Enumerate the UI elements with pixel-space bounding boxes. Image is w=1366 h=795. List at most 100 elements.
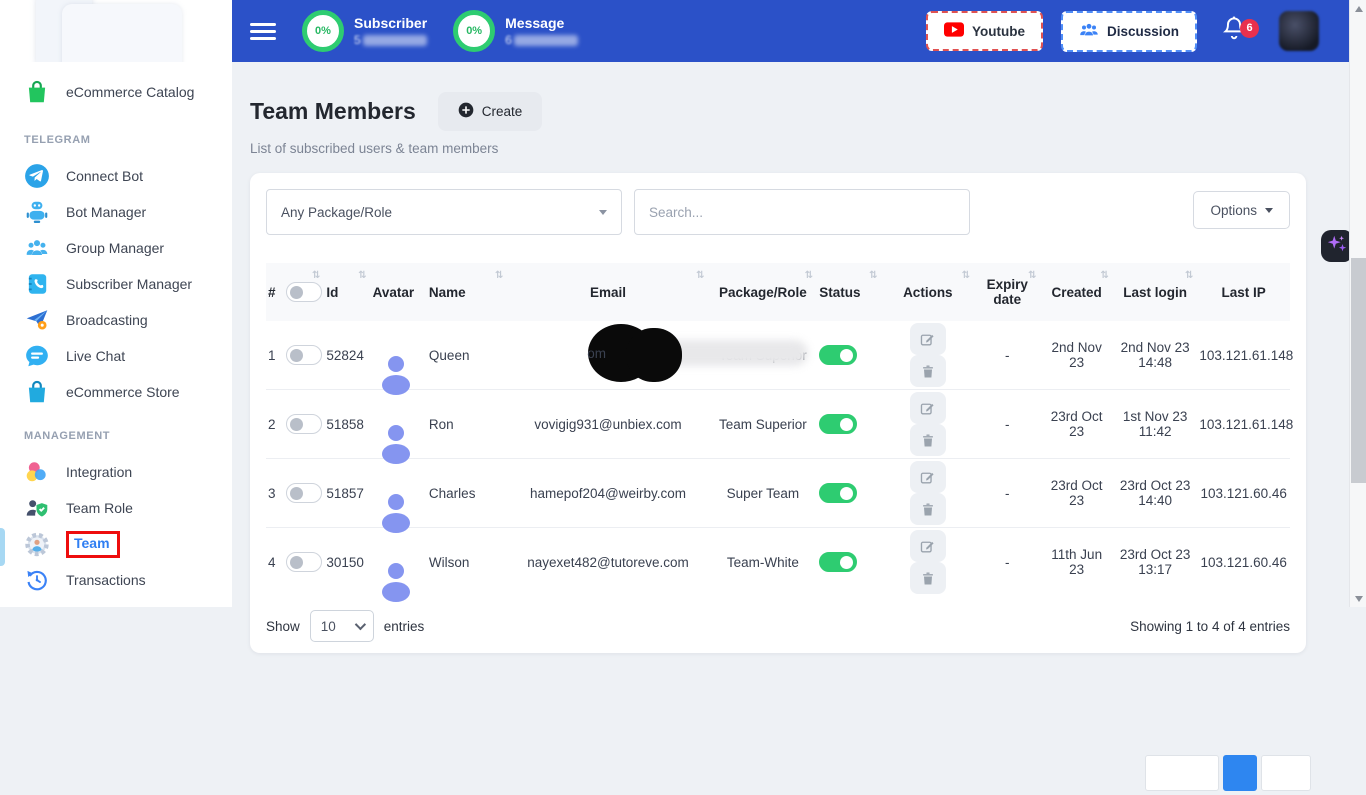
table-row: 3 51857 Charles hamepof204@weirby.com Su… [266, 459, 1290, 528]
scrollbar-down-arrow[interactable] [1350, 590, 1366, 607]
package-role-selected-value: Any Package/Role [281, 205, 392, 220]
contact-book-icon [24, 271, 50, 297]
row-select-toggle[interactable] [286, 345, 323, 365]
column-header-id[interactable]: Id⇅ [324, 263, 370, 321]
row-select-toggle[interactable] [286, 552, 323, 572]
status-toggle[interactable] [819, 414, 857, 434]
column-header-expiry-date[interactable]: Expiry date⇅ [974, 263, 1040, 321]
column-header-email[interactable]: Email⇅ [507, 263, 708, 321]
youtube-button[interactable]: Youtube [926, 11, 1043, 51]
edit-button[interactable] [910, 530, 946, 562]
row-index: 3 [268, 486, 276, 501]
sort-icon[interactable]: ⇅ [495, 270, 503, 281]
member-id: 52824 [324, 321, 370, 390]
table-body: 1 52824 Queen om Team Superior - 2nd Nov… [266, 321, 1290, 596]
edit-button[interactable] [910, 392, 946, 424]
badge-shield-icon [24, 495, 50, 521]
member-created-date: 11th Jun 23 [1040, 528, 1112, 597]
status-toggle[interactable] [819, 345, 857, 365]
table-header-row: # ⇅ Id⇅ Avatar Name⇅ Email⇅ Package/Role… [266, 263, 1290, 321]
sort-icon[interactable]: ⇅ [962, 270, 970, 281]
sort-icon[interactable]: ⇅ [312, 270, 320, 281]
sidebar-item-connect-bot[interactable]: Connect Bot [0, 158, 232, 194]
sidebar-item-label: Live Chat [66, 348, 125, 364]
sort-icon[interactable]: ⇅ [696, 270, 704, 281]
user-avatar[interactable] [1279, 11, 1319, 51]
column-header-package-role[interactable]: Package/Role⇅ [709, 263, 818, 321]
sidebar-item-transactions[interactable]: Transactions [0, 562, 232, 598]
row-select-toggle[interactable] [286, 414, 323, 434]
pagination-current-page-button[interactable] [1223, 755, 1257, 791]
edit-button[interactable] [910, 323, 946, 355]
sort-icon[interactable]: ⇅ [1028, 270, 1036, 281]
users-icon [24, 235, 50, 261]
column-header-actions[interactable]: Actions⇅ [882, 263, 975, 321]
column-header-status[interactable]: Status⇅ [817, 263, 881, 321]
sidebar-item-bot-manager[interactable]: Bot Manager [0, 194, 232, 230]
sidebar-item-team-role[interactable]: Team Role [0, 490, 232, 526]
member-last-login: 2nd Nov 23 14:48 [1113, 321, 1197, 390]
row-select-toggle[interactable] [286, 483, 323, 503]
member-package-role: Team Superior [709, 390, 818, 459]
scrollbar-up-arrow[interactable] [1350, 0, 1366, 17]
ai-sparkle-button[interactable] [1321, 230, 1352, 262]
hamburger-menu-icon[interactable] [250, 19, 276, 44]
delete-button[interactable] [910, 562, 946, 594]
robot-icon [24, 199, 50, 225]
column-header-name[interactable]: Name⇅ [427, 263, 507, 321]
sort-icon[interactable]: ⇅ [1185, 270, 1193, 281]
delete-button[interactable] [910, 355, 946, 387]
scrollbar-thumb[interactable] [1351, 258, 1366, 483]
sidebar-item-team[interactable]: Team [0, 526, 232, 562]
status-toggle[interactable] [819, 483, 857, 503]
package-role-select[interactable]: Any Package/Role [266, 189, 622, 235]
member-package-role: Team-White [709, 528, 818, 597]
active-indicator-bar [0, 528, 5, 566]
edit-button[interactable] [910, 461, 946, 493]
sort-icon[interactable]: ⇅ [1101, 270, 1109, 281]
options-button-label: Options [1210, 203, 1257, 218]
member-last-ip: 103.121.60.46 [1197, 528, 1290, 597]
store-bag-icon [24, 379, 50, 405]
message-stat: 0% Message 6 [453, 10, 578, 52]
status-toggle[interactable] [819, 552, 857, 572]
sidebar: eCommerce Catalog TELEGRAM Connect Bot B… [0, 0, 232, 607]
column-header-index[interactable]: # ⇅ [266, 263, 324, 321]
column-header-last-login[interactable]: Last login⇅ [1113, 263, 1197, 321]
sidebar-item-label: eCommerce Store [66, 384, 180, 400]
pagination-next-button[interactable] [1261, 755, 1311, 791]
select-all-toggle[interactable] [286, 282, 323, 302]
page-size-select[interactable]: 10 [310, 610, 374, 642]
sidebar-item-ecommerce-store[interactable]: eCommerce Store [0, 374, 232, 410]
delete-button[interactable] [910, 493, 946, 525]
sort-icon[interactable]: ⇅ [358, 270, 366, 281]
sidebar-item-ecommerce-catalog[interactable]: eCommerce Catalog [0, 70, 232, 114]
pagination-previous-button[interactable] [1145, 755, 1219, 791]
sidebar-item-integration[interactable]: Integration [0, 454, 232, 490]
discussion-button-label: Discussion [1107, 24, 1179, 39]
app-logo-blurred [0, 0, 232, 62]
vertical-scrollbar[interactable] [1349, 0, 1366, 607]
discussion-button[interactable]: Discussion [1061, 11, 1197, 52]
column-header-created[interactable]: Created⇅ [1040, 263, 1112, 321]
subscriber-stat: 0% Subscriber 5 [302, 10, 427, 52]
options-button[interactable]: Options [1193, 191, 1290, 229]
sidebar-item-live-chat[interactable]: Live Chat [0, 338, 232, 374]
sidebar-item-group-manager[interactable]: Group Manager [0, 230, 232, 266]
member-id: 51858 [324, 390, 370, 459]
notification-bell[interactable]: 6 [1221, 15, 1247, 48]
member-id: 30150 [324, 528, 370, 597]
create-button[interactable]: Create [438, 92, 543, 131]
member-created-date: 2nd Nov 23 [1040, 321, 1112, 390]
search-input[interactable] [634, 189, 970, 235]
history-clock-icon [24, 567, 50, 593]
sort-icon[interactable]: ⇅ [805, 270, 813, 281]
sidebar-item-subscriber-manager[interactable]: Subscriber Manager [0, 266, 232, 302]
showing-entries-text: Showing 1 to 4 of 4 entries [1130, 619, 1290, 634]
sort-icon[interactable]: ⇅ [869, 270, 877, 281]
delete-button[interactable] [910, 424, 946, 456]
member-name: Charles [427, 459, 507, 528]
youtube-button-label: Youtube [972, 24, 1025, 39]
plus-circle-icon [458, 102, 474, 121]
sidebar-item-broadcasting[interactable]: Broadcasting [0, 302, 232, 338]
